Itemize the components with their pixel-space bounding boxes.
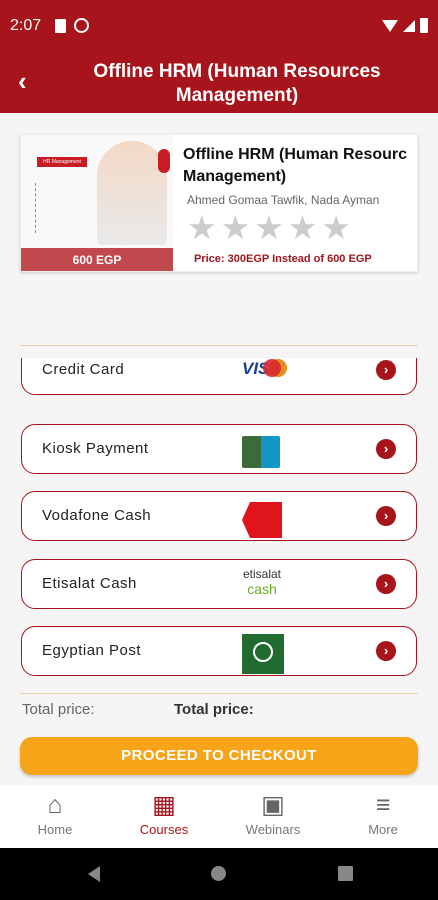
star-icon: ★ [187, 209, 217, 246]
nav-home-label: Home [37, 822, 73, 837]
payment-method-label: Kiosk Payment [42, 440, 149, 457]
course-price: Price: 300EGP Instead of 600 EGP [194, 253, 372, 265]
payment-method-kiosk[interactable]: Kiosk Payment › [21, 424, 417, 474]
sd-card-icon [55, 19, 66, 33]
nav-courses-label: Courses [139, 822, 189, 837]
etisalat-logo-text: etisalat [242, 567, 282, 581]
payment-method-vodafone-cash[interactable]: Vodafone Cash › [21, 491, 417, 541]
egyptian-post-logo [242, 634, 284, 674]
nav-webinars[interactable]: ▣ Webinars [233, 793, 313, 843]
payment-methods-list[interactable]: Credit Card VISA › Kiosk Payment › Vodaf… [20, 358, 418, 680]
chevron-right-icon[interactable]: › [376, 439, 396, 459]
kiosk-payment-icon [242, 432, 286, 468]
mastercard-icon [263, 359, 287, 377]
kiosk-logo [242, 436, 280, 468]
vodafone-cash-icon [242, 499, 286, 538]
payment-method-label: Etisalat Cash [42, 575, 137, 592]
payment-method-label: Credit Card [42, 361, 125, 378]
chevron-right-icon[interactable]: › [376, 506, 396, 526]
course-thumbnail: HR Management 600 EGP [21, 135, 173, 271]
signal-icon [403, 19, 415, 32]
webinars-icon: ▣ [261, 791, 285, 819]
visa-mastercard-icon: VISA [242, 358, 287, 387]
page-title: Offline HRM (Human Resources Management) [93, 61, 381, 106]
course-title: Offline HRM (Human Resourc Management) [183, 144, 417, 188]
star-icon: ★ [287, 209, 318, 246]
nav-more-label: More [368, 822, 398, 837]
payment-method-label: Egyptian Post [42, 642, 142, 659]
status-time: 2:07 [10, 17, 42, 34]
total-price-row: Total price: Total price: [22, 701, 418, 721]
etisalat-logo: etisalat cash [242, 567, 282, 607]
home-icon: ⌂ [47, 791, 63, 819]
wifi-icon [382, 19, 398, 32]
section-divider [20, 693, 418, 694]
course-authors: Ahmed Gomaa Tawfik, Nada Ayman [187, 193, 380, 207]
battery-icon [420, 18, 428, 33]
payment-method-etisalat-cash[interactable]: Etisalat Cash etisalat cash › [21, 559, 417, 609]
payment-method-credit-card[interactable]: Credit Card VISA › [21, 358, 417, 395]
thumbnail-decoration [35, 183, 93, 233]
thumbnail-price-badge: 600 EGP [21, 248, 173, 271]
course-title-line-2: Management) [183, 168, 287, 185]
data-saver-icon [74, 18, 89, 33]
system-recents-icon[interactable] [338, 866, 353, 881]
nav-courses[interactable]: ▦ Courses [124, 793, 204, 843]
chevron-right-icon[interactable]: › [376, 360, 396, 380]
system-home-icon[interactable] [211, 866, 226, 881]
system-navigation-bar [0, 848, 438, 900]
course-card[interactable]: HR Management 600 EGP Offline HRM (Human… [20, 134, 418, 272]
course-title-line-1: Offline HRM (Human Resourc [183, 146, 408, 163]
course-rating: ★ ★ ★ ★ ★ [187, 211, 351, 244]
chevron-left-icon: ‹ [18, 66, 27, 96]
payment-method-egyptian-post[interactable]: Egyptian Post › [21, 626, 417, 676]
proceed-to-checkout-button[interactable]: PROCEED TO CHECKOUT [20, 737, 418, 775]
star-icon: ★ [254, 209, 284, 246]
section-divider [20, 345, 418, 346]
nav-more[interactable]: ≡ More [343, 793, 423, 843]
system-back-icon[interactable] [88, 866, 100, 882]
app-bar: ‹ Offline HRM (Human Resources Managemen… [0, 53, 438, 113]
status-bar: 2:07 [0, 0, 438, 53]
total-price-value-label: Total price: [174, 701, 254, 718]
chevron-right-icon[interactable]: › [376, 641, 396, 661]
back-button[interactable]: ‹ [18, 68, 48, 98]
etisalat-cash-icon: etisalat cash [242, 567, 286, 601]
nav-webinars-label: Webinars [245, 822, 301, 837]
menu-icon: ≡ [375, 791, 391, 819]
courses-icon: ▦ [152, 791, 176, 819]
chevron-right-icon[interactable]: › [376, 574, 396, 594]
status-icons [382, 18, 428, 33]
total-price-label: Total price: [22, 701, 95, 718]
bottom-navigation: ⌂ Home ▦ Courses ▣ Webinars ≡ More [0, 785, 438, 848]
egyptian-post-icon [242, 634, 286, 674]
thumbnail-title-label: HR Management [37, 157, 87, 167]
student-image [97, 141, 167, 245]
etisalat-cash-logo-text: cash [247, 581, 277, 597]
headphone-icon [158, 149, 170, 173]
payment-method-label: Vodafone Cash [42, 507, 152, 524]
star-icon: ★ [220, 209, 251, 246]
nav-home[interactable]: ⌂ Home [15, 793, 95, 843]
vodafone-logo [242, 502, 282, 538]
star-icon: ★ [321, 209, 351, 246]
